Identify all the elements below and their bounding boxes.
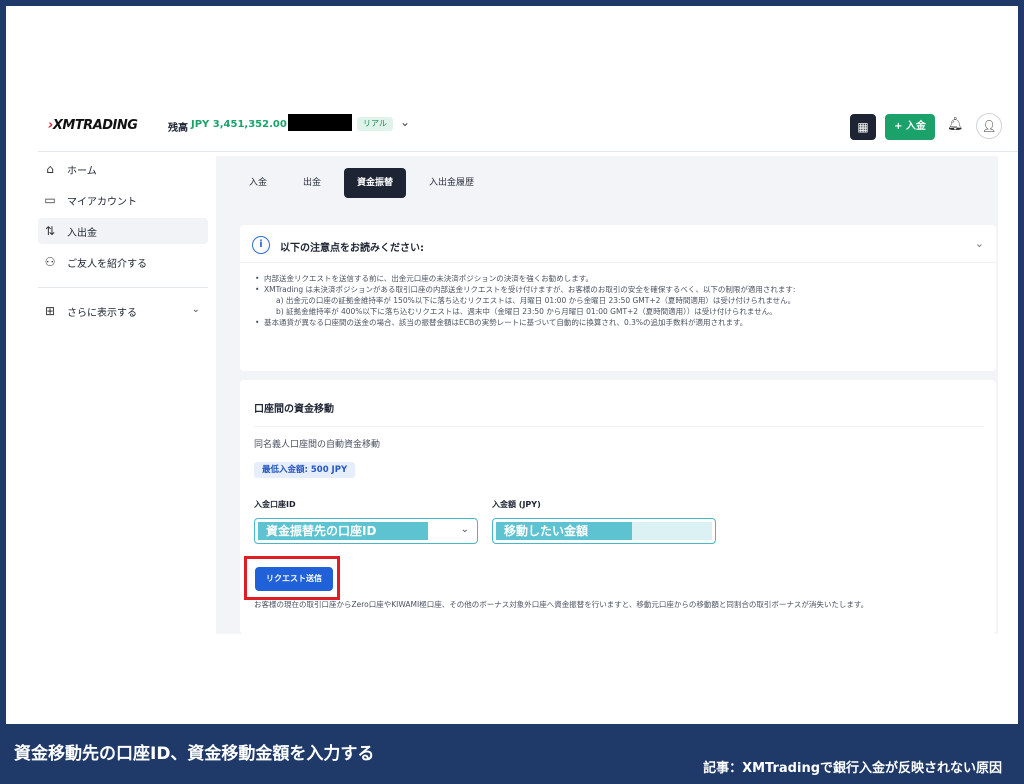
chevron-down-icon[interactable]: ⌄: [400, 115, 410, 129]
tab-history[interactable]: 入出金履歴: [416, 168, 487, 198]
main-content: 入金 出金 資金振替 入出金履歴 i 以下の注意点をお読みください: ⌄ 内部送…: [216, 156, 998, 634]
account-id-select[interactable]: 資金振替先の口座ID ⌄: [254, 518, 478, 544]
caption-article: 記事：XMTradingで銀行入金が反映されない原因: [703, 761, 1002, 776]
transfer-title: 口座間の資金移動: [254, 404, 334, 415]
sidebar-item-referral[interactable]: ⚇ ご友人を紹介する: [38, 249, 208, 275]
qr-code-icon[interactable]: ▦: [850, 114, 876, 140]
tab-deposit[interactable]: 入金: [236, 168, 280, 198]
amount-input[interactable]: 移動したい金額: [492, 518, 716, 544]
notice-line: b) 証拠金維持率が 400%以下に落ち込むリクエストは、週末中（金曜日 23:…: [276, 307, 777, 316]
sidebar-item-show-more[interactable]: ⊞ さらに表示する ⌄: [38, 298, 208, 324]
sidebar-item-label: 入出金: [67, 227, 97, 239]
balance-label: 残高: [168, 123, 188, 134]
people-icon: ⚇: [44, 255, 56, 269]
sidebar-item-my-account[interactable]: ▭ マイアカウント: [38, 187, 208, 213]
caption-main: 資金移動先の口座ID、資金移動金額を入力する: [14, 744, 375, 764]
caption-bar: 資金移動先の口座ID、資金移動金額を入力する 記事：XMTradingで銀行入金…: [0, 724, 1024, 784]
notice-title: 以下の注意点をお読みください:: [280, 243, 424, 254]
divider: [254, 426, 984, 427]
bell-icon[interactable]: 🔔︎: [947, 117, 964, 132]
sidebar: ⌂ ホーム ▭ マイアカウント ⇅ 入出金 ⚇ ご友人を紹介する ⊞ さらに表示…: [38, 156, 208, 329]
account-id-label: 入金口座ID: [254, 500, 296, 509]
tab-bar: 入金 出金 資金振替 入出金履歴: [236, 168, 497, 198]
notice-panel: i 以下の注意点をお読みください: ⌄ 内部送金リクエストを送信する前に、出金元…: [240, 225, 996, 371]
sidebar-item-label: さらに表示する: [67, 307, 137, 319]
tab-withdrawal[interactable]: 出金: [290, 168, 334, 198]
redacted-account-number: [288, 114, 352, 131]
app-frame: ›XMTRADING 残高 JPY 3,451,352.00 リアル ⌄ ▦ +…: [6, 6, 1018, 724]
account-card-icon: ▭: [44, 193, 56, 207]
sidebar-divider: [38, 287, 208, 288]
transfer-subtitle: 同名義人口座間の自動資金移動: [254, 440, 381, 450]
user-icon[interactable]: 👤︎: [976, 113, 1002, 139]
notice-line: a) 出金元の口座の証拠金維持率が 150%以下に落ち込むリクエストは、月曜日 …: [276, 296, 796, 305]
xm-logo[interactable]: ›XMTRADING: [48, 118, 138, 133]
sidebar-item-label: マイアカウント: [67, 196, 137, 208]
notice-line: 内部送金リクエストを送信する前に、出金元口座の未決済ポジションの決済を強くお勧め…: [254, 273, 984, 284]
min-amount-badge: 最低入金額: 500 JPY: [254, 462, 356, 478]
transfer-arrows-icon: ⇅: [44, 224, 56, 238]
sidebar-item-deposit-withdrawal[interactable]: ⇅ 入出金: [38, 218, 208, 244]
amount-value: 移動したい金額: [496, 522, 632, 540]
notice-line: XMTrading は未決済ポジションがある取引口座の内部送金リクエストを受け付…: [254, 284, 984, 295]
notice-header[interactable]: i 以下の注意点をお読みください: ⌄: [240, 225, 996, 263]
chevron-down-icon[interactable]: ⌄: [975, 237, 984, 250]
chevron-down-icon: ⌄: [460, 524, 469, 535]
sidebar-item-home[interactable]: ⌂ ホーム: [38, 156, 208, 182]
notice-line: 基本通貨が異なる口座間の送金の場合、該当の振替金額はECBの実勢レートに基づいて…: [254, 317, 984, 328]
info-icon: i: [252, 236, 270, 254]
home-icon: ⌂: [46, 162, 54, 176]
bonus-note: お客様の現在の取引口座からZero口座やKIWAMI極口座、その他のボーナス対象…: [254, 600, 869, 609]
sidebar-item-label: ホーム: [67, 165, 97, 177]
deposit-button[interactable]: + 入金: [885, 114, 935, 140]
submit-request-button[interactable]: リクエスト送信: [255, 567, 333, 591]
balance-value: JPY 3,451,352.00: [191, 119, 287, 130]
tab-fund-transfer[interactable]: 資金振替: [344, 168, 407, 198]
transfer-card: 口座間の資金移動 同名義人口座間の自動資金移動 最低入金額: 500 JPY 入…: [240, 380, 996, 634]
amount-label: 入金額 (JPY): [492, 500, 541, 509]
grid-icon: ⊞: [44, 304, 56, 318]
notice-body: 内部送金リクエストを送信する前に、出金元口座の未決済ポジションの決済を強くお勧め…: [254, 273, 984, 328]
chevron-down-icon: ⌄: [191, 304, 200, 315]
sidebar-item-label: ご友人を紹介する: [67, 258, 147, 270]
top-header: ›XMTRADING 残高 JPY 3,451,352.00 リアル ⌄ ▦ +…: [38, 106, 1018, 152]
amount-input-highlight: [632, 522, 712, 540]
account-id-value: 資金振替先の口座ID: [258, 522, 428, 540]
account-type-badge: リアル: [357, 117, 393, 131]
